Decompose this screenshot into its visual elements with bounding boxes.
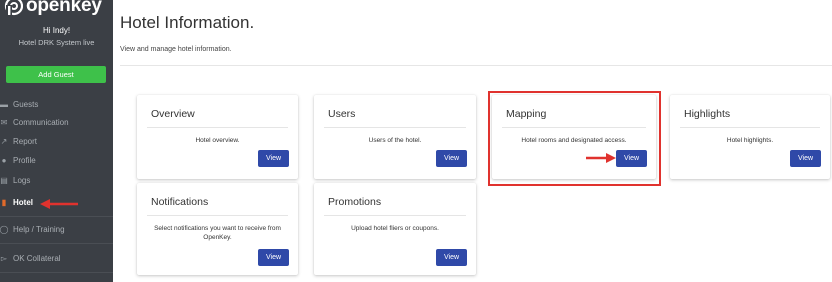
- openkey-logo[interactable]: openkey: [3, 0, 102, 18]
- card-users: Users Users of the hotel. View: [314, 95, 476, 179]
- page-title: Hotel Information.: [120, 13, 255, 32]
- view-overview-button[interactable]: View: [258, 150, 289, 167]
- view-promotions-button[interactable]: View: [436, 249, 467, 266]
- sidebar-item-label: Profile: [13, 155, 36, 165]
- card-highlights: Highlights Hotel highlights. View: [670, 95, 830, 179]
- card-description: Users of the hotel.: [368, 137, 422, 144]
- hotel-name: Hotel DRK System live: [18, 38, 95, 47]
- page-subtitle: View and manage hotel information.: [120, 46, 232, 53]
- sidebar-divider: [0, 243, 113, 244]
- card-description: Hotel highlights.: [726, 137, 774, 144]
- view-notifications-button[interactable]: View: [258, 249, 289, 266]
- bed-icon: ▬: [0, 99, 8, 109]
- card-overview: Overview Hotel overview. View: [137, 95, 298, 179]
- card-title: Users: [328, 108, 356, 120]
- sidebar-item-label: OK Collateral: [13, 253, 61, 263]
- card-promotions: Promotions Upload hotel fliers or coupon…: [314, 183, 476, 275]
- annotation-arrow-left: [40, 199, 78, 209]
- sidebar: openkey Hi Indy! Hotel DRK System live A…: [0, 0, 113, 282]
- envelope-icon: ✉: [0, 117, 8, 127]
- card-divider: [324, 127, 466, 128]
- card-description: Select notifications you want to receive…: [154, 225, 281, 241]
- list-icon: ▤: [0, 175, 8, 185]
- card-title: Promotions: [328, 196, 382, 208]
- annotation-highlight-box: [488, 91, 661, 186]
- sidebar-item-label: Hotel: [13, 197, 33, 207]
- card-divider: [324, 215, 466, 216]
- chart-icon: ↗: [0, 136, 8, 146]
- sidebar-divider: [0, 272, 113, 273]
- sidebar-item-label: Report: [13, 136, 38, 146]
- card-title: Notifications: [151, 196, 209, 208]
- building-icon: ▮: [1, 197, 7, 207]
- view-highlights-button[interactable]: View: [790, 150, 821, 167]
- add-guest-button[interactable]: Add Guest: [6, 66, 106, 83]
- sidebar-item-communication[interactable]: ✉ Communication: [0, 114, 113, 130]
- user-icon: ●: [1, 155, 7, 165]
- sidebar-item-help-training[interactable]: ◯ Help / Training: [0, 221, 113, 237]
- card-divider: [147, 215, 288, 216]
- brand-name: openkey: [26, 0, 102, 16]
- card-divider: [147, 127, 288, 128]
- card-divider: [680, 127, 820, 128]
- sidebar-item-label: Guests: [13, 99, 39, 109]
- divider: [120, 65, 832, 66]
- sidebar-item-guests[interactable]: ▬ Guests: [0, 96, 113, 112]
- sidebar-item-ok-collateral[interactable]: ▻ OK Collateral: [0, 250, 113, 266]
- sidebar-item-label: Help / Training: [13, 224, 65, 234]
- view-users-button[interactable]: View: [436, 150, 467, 167]
- sidebar-item-profile[interactable]: ● Profile: [0, 152, 113, 168]
- help-icon: ◯: [0, 224, 9, 234]
- sidebar-item-label: Communication: [13, 117, 69, 127]
- card-title: Overview: [151, 108, 195, 120]
- annotation-arrow-right: [586, 153, 616, 163]
- card-description: Upload hotel fliers or coupons.: [351, 225, 439, 232]
- cart-icon: ▻: [0, 253, 8, 263]
- sidebar-item-report[interactable]: ↗ Report: [0, 133, 113, 149]
- card-notifications: Notifications Select notifications you w…: [137, 183, 298, 275]
- sidebar-divider: [0, 216, 113, 217]
- sidebar-item-label: Logs: [13, 175, 31, 185]
- openkey-logo-icon: [4, 0, 23, 16]
- card-title: Highlights: [684, 108, 731, 120]
- card-description: Hotel overview.: [195, 137, 240, 144]
- user-greeting: Hi Indy!: [42, 26, 71, 35]
- sidebar-item-logs[interactable]: ▤ Logs: [0, 172, 113, 188]
